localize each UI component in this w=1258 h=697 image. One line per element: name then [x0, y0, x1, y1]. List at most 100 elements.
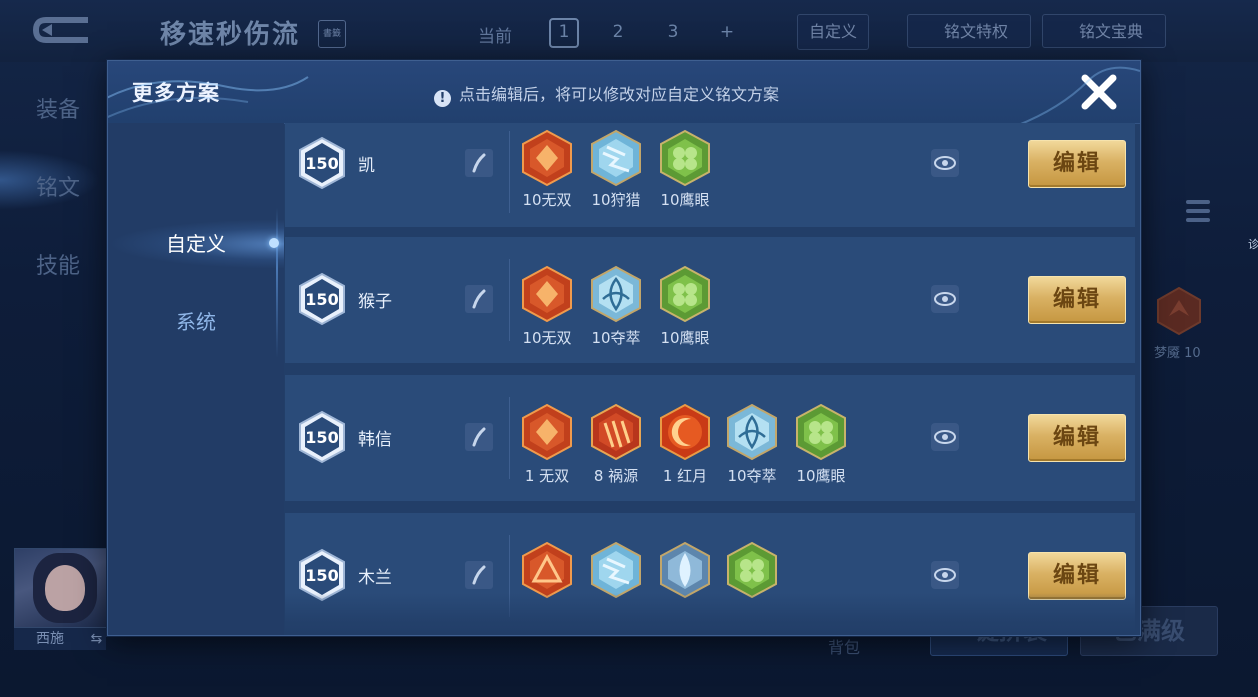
rune-label: 10无双 [522, 191, 572, 209]
current-label: 当前 [478, 27, 512, 47]
edit-button[interactable]: 编辑 [1028, 276, 1126, 324]
pencil-icon [472, 153, 486, 173]
pencil-icon [472, 427, 486, 447]
edit-tip: ! 点击编辑后，将可以修改对应自定义铭文方案 [434, 81, 779, 107]
swap-icon[interactable]: ⇆ [90, 631, 102, 647]
mengyan-rune-icon[interactable] [1155, 286, 1203, 336]
slot-1-button[interactable]: 1 [549, 18, 579, 48]
codex-label: 铭文宝典 [1078, 22, 1143, 41]
rune-label: 1 无双 [524, 467, 570, 485]
side-tab-runes[interactable]: 铭文 [36, 170, 80, 202]
plan-name: 凯 [358, 156, 375, 176]
rename-button[interactable] [465, 423, 493, 451]
plan-title: 移速秒伤流 [160, 20, 301, 50]
level-value: 150 [305, 154, 338, 173]
privilege-label: 铭文特权 [943, 22, 1008, 41]
plan-name: 木兰 [358, 568, 392, 588]
shoulie-rune-icon[interactable] [589, 129, 643, 187]
preview-button[interactable] [931, 285, 959, 313]
edit-button[interactable]: 编辑 [1028, 140, 1126, 188]
list-menu-icon[interactable] [1186, 200, 1210, 228]
rune-label: 10狩猎 [591, 191, 641, 209]
rename-button[interactable] [465, 561, 493, 589]
bag-label[interactable]: 背包 [828, 634, 860, 658]
level-value: 150 [305, 290, 338, 309]
pencil-icon [472, 289, 486, 309]
edge-text: 诊 [1248, 238, 1258, 251]
rune-label: 10无双 [522, 329, 572, 347]
row-divider [509, 397, 510, 479]
eye-icon [934, 568, 956, 582]
rune-label: 10鹰眼 [796, 467, 846, 485]
dialog-header: 更多方案 ! 点击编辑后，将可以修改对应自定义铭文方案 [108, 61, 1140, 124]
eye-icon [934, 430, 956, 444]
edit-button[interactable]: 编辑 [1028, 414, 1126, 462]
rename-button[interactable] [465, 285, 493, 313]
rune-label: 8 祸源 [593, 467, 639, 485]
bookmark-icon[interactable]: 書籤 [318, 20, 346, 48]
level-value: 150 [305, 428, 338, 447]
side-tab-equipment[interactable]: 装备 [36, 92, 80, 124]
side-tab-skills[interactable]: 技能 [36, 248, 80, 280]
slot-2-button[interactable]: 2 [604, 18, 632, 46]
wushuang-rune-icon[interactable] [520, 265, 574, 323]
privilege-button[interactable]: 铭文特权 [907, 14, 1031, 48]
rune-label: 10夺萃 [591, 329, 641, 347]
edit-tip-text: 点击编辑后，将可以修改对应自定义铭文方案 [459, 85, 780, 104]
yingyan-rune-icon[interactable] [725, 541, 779, 599]
level-badge-icon: 150 [299, 136, 345, 190]
eye-icon [934, 156, 956, 170]
slot-3-button[interactable]: 3 [659, 18, 687, 46]
row-divider [509, 131, 510, 213]
wushuang-rune-icon[interactable] [520, 129, 574, 187]
yingyan-rune-icon[interactable] [794, 403, 848, 461]
duocui-rune-icon[interactable] [725, 403, 779, 461]
plan-tabs-sidebar: 自定义 系统 [108, 123, 284, 635]
rune-label: 10夺萃 [727, 467, 777, 485]
codex-button[interactable]: 铭文宝典 [1042, 14, 1166, 48]
eye-icon [934, 292, 956, 306]
preview-button[interactable] [931, 149, 959, 177]
rune-label: 10鹰眼 [660, 329, 710, 347]
scroll-fade [285, 593, 1135, 635]
wushuang-rune-icon[interactable] [520, 403, 574, 461]
level-value: 150 [305, 566, 338, 585]
preview-button[interactable] [931, 561, 959, 589]
close-icon[interactable] [1076, 69, 1122, 115]
plan-row: 150 凯 10无双 10狩猎 10鹰眼 编辑 [285, 123, 1135, 227]
preview-button[interactable] [931, 423, 959, 451]
plan-list[interactable]: 150 凯 10无双 10狩猎 10鹰眼 编辑 150 猴子 10无双 10夺萃… [285, 123, 1135, 635]
yingyan-rune-icon[interactable] [658, 129, 712, 187]
tab-custom[interactable]: 自定义 [108, 219, 284, 269]
plan-row: 150 猴子 10无双 10夺萃 10鹰眼 编辑 [285, 237, 1135, 363]
info-icon: ! [434, 90, 451, 107]
plan-name: 猴子 [358, 292, 392, 312]
row-divider [509, 259, 510, 341]
right-rune-label: 梦魇 10 [1154, 346, 1201, 361]
add-slot-button[interactable]: + [713, 18, 741, 46]
red-triangle-rune-icon[interactable] [520, 541, 574, 599]
hero-name: 西施 [36, 631, 64, 647]
rune-label: 1 红月 [662, 467, 708, 485]
plan-row: 150 韩信 1 无双 8 祸源 1 红月 10夺萃 10鹰眼 编辑 [285, 375, 1135, 501]
tab-system[interactable]: 系统 [108, 297, 284, 347]
rune-label: 10鹰眼 [660, 191, 710, 209]
hero-name-bar[interactable]: 西施 ⇆ [14, 628, 106, 650]
dialog-title: 更多方案 [132, 81, 220, 105]
yingyan-rune-icon[interactable] [658, 265, 712, 323]
more-plans-dialog: 更多方案 ! 点击编辑后，将可以修改对应自定义铭文方案 自定义 系统 150 凯 [107, 60, 1141, 636]
active-tab-indicator [269, 238, 279, 248]
hero-avatar[interactable] [14, 548, 108, 628]
custom-button[interactable]: 自定义 [797, 14, 869, 50]
plan-name: 韩信 [358, 430, 392, 450]
pencil-icon [472, 565, 486, 585]
rename-button[interactable] [465, 149, 493, 177]
huoyuan-rune-icon[interactable] [589, 403, 643, 461]
hongyue-rune-icon[interactable] [658, 403, 712, 461]
level-badge-icon: 150 [299, 410, 345, 464]
blue-drop-rune-icon[interactable] [658, 541, 712, 599]
shoulie-rune-icon[interactable] [589, 541, 643, 599]
duocui-rune-icon[interactable] [589, 265, 643, 323]
back-arrow-icon[interactable] [30, 14, 92, 46]
level-badge-icon: 150 [299, 272, 345, 326]
